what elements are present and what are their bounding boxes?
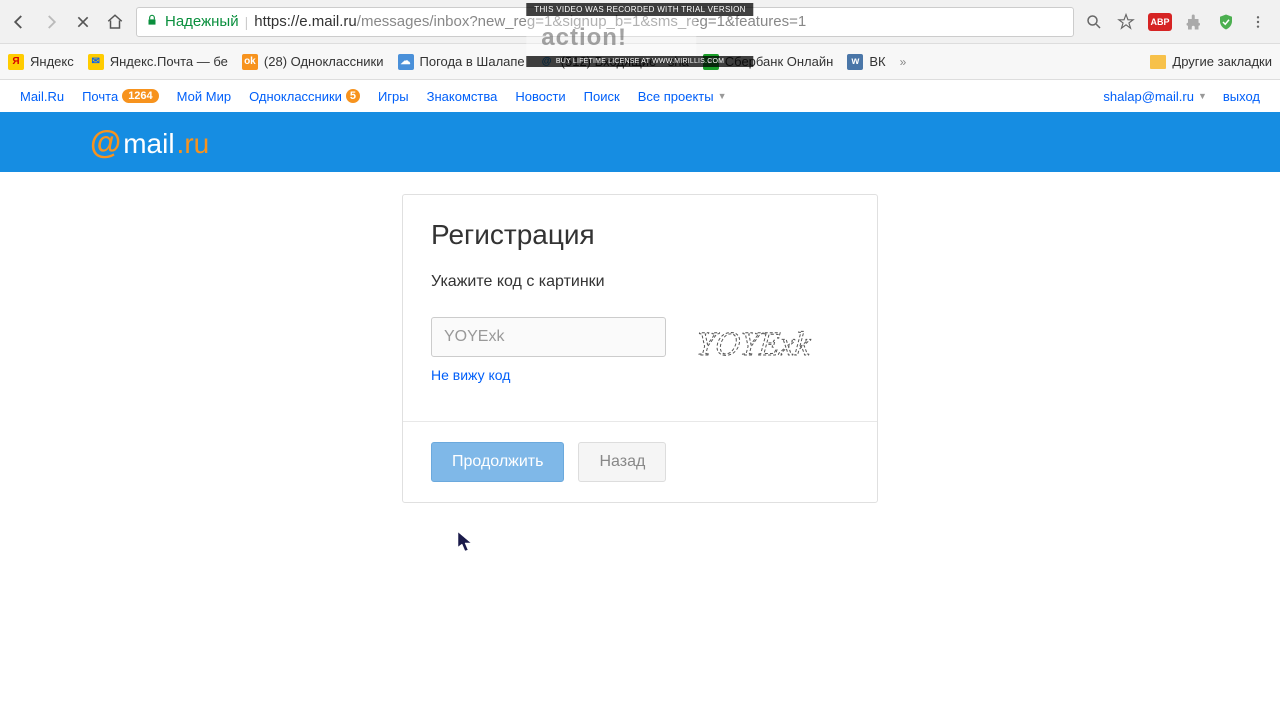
ok-count-badge: 5 bbox=[346, 89, 360, 103]
captcha-input[interactable] bbox=[431, 317, 666, 357]
user-email-label: shalap@mail.ru bbox=[1103, 89, 1194, 104]
user-email[interactable]: shalap@mail.ru ▼ bbox=[1103, 89, 1206, 104]
site-header: @ mail.ru bbox=[0, 112, 1280, 172]
svg-text:action!: action! bbox=[541, 24, 627, 51]
svg-text:YOYExk: YOYExk bbox=[696, 326, 812, 363]
toolbar-icons: ABP bbox=[1084, 12, 1272, 32]
menu-icon[interactable] bbox=[1248, 12, 1268, 32]
portal-link-all[interactable]: Все проекты ▼ bbox=[638, 89, 727, 104]
portal-link-label: Почта bbox=[82, 89, 118, 104]
page-subtitle: Укажите код с картинки bbox=[431, 273, 849, 291]
portal-nav: Mail.Ru Почта 1264 Мой Мир Одноклассники… bbox=[0, 80, 1280, 112]
bookmark-yandex[interactable]: Я Яндекс bbox=[8, 54, 74, 70]
vk-icon: w bbox=[847, 54, 863, 70]
bookmarks-overflow[interactable]: » bbox=[900, 55, 907, 69]
home-button[interactable] bbox=[104, 11, 126, 33]
portal-link-ok[interactable]: Одноклассники 5 bbox=[249, 89, 360, 104]
continue-button[interactable]: Продолжить bbox=[431, 442, 564, 482]
lock-icon bbox=[145, 13, 159, 30]
adblock-icon[interactable]: ABP bbox=[1148, 13, 1172, 31]
logo-at-icon: @ bbox=[90, 124, 121, 161]
portal-link-news[interactable]: Новости bbox=[515, 89, 565, 104]
logo-text-mail: mail bbox=[123, 128, 174, 160]
bookmark-weather[interactable]: ☁ Погода в Шалапе bbox=[398, 54, 525, 70]
portal-link-mail[interactable]: Почта 1264 bbox=[82, 89, 159, 104]
weather-icon: ☁ bbox=[398, 54, 414, 70]
mailru-logo[interactable]: @ mail.ru bbox=[90, 124, 209, 161]
yandex-mail-icon: ✉ bbox=[88, 54, 104, 70]
puzzle-icon[interactable] bbox=[1184, 12, 1204, 32]
bookmark-ok[interactable]: ok (28) Одноклассники bbox=[242, 54, 384, 70]
back-button-form[interactable]: Назад bbox=[578, 442, 666, 482]
back-button[interactable] bbox=[8, 11, 30, 33]
portal-link-search[interactable]: Поиск bbox=[584, 89, 620, 104]
yandex-icon: Я bbox=[8, 54, 24, 70]
star-icon[interactable] bbox=[1116, 12, 1136, 32]
secure-label: Надежный bbox=[165, 13, 239, 30]
watermark-logo: action! bbox=[526, 16, 696, 56]
folder-icon bbox=[1150, 55, 1166, 69]
trial-watermark: THIS VIDEO WAS RECORDED WITH TRIAL VERSI… bbox=[526, 3, 753, 67]
portal-link-dating[interactable]: Знакомства bbox=[427, 89, 498, 104]
bookmark-label: (28) Одноклассники bbox=[264, 54, 384, 69]
logo-text-ru: .ru bbox=[177, 128, 210, 160]
portal-link-mymir[interactable]: Мой Мир bbox=[177, 89, 231, 104]
caret-down-icon: ▼ bbox=[718, 91, 727, 101]
bookmark-label: Другие закладки bbox=[1172, 54, 1272, 69]
mail-count-badge: 1264 bbox=[122, 89, 158, 103]
registration-card: Регистрация Укажите код с картинки Не ви… bbox=[402, 194, 878, 503]
shield-icon[interactable] bbox=[1216, 12, 1236, 32]
mouse-cursor bbox=[458, 532, 474, 555]
bookmark-other[interactable]: Другие закладки bbox=[1150, 54, 1272, 69]
ok-icon: ok bbox=[242, 54, 258, 70]
watermark-bottom: BUY LIFETIME LICENSE AT WWW.MIRILLIS.COM bbox=[526, 56, 753, 67]
bookmark-label: Погода в Шалапе bbox=[420, 54, 525, 69]
bookmark-vk[interactable]: w ВК bbox=[847, 54, 885, 70]
logout-link[interactable]: выход bbox=[1223, 89, 1260, 104]
bookmark-label: Яндекс bbox=[30, 54, 74, 69]
portal-link-label: Все проекты bbox=[638, 89, 714, 104]
portal-link-games[interactable]: Игры bbox=[378, 89, 409, 104]
stop-button[interactable] bbox=[72, 11, 94, 33]
page-title: Регистрация bbox=[431, 219, 849, 251]
portal-link-mailru[interactable]: Mail.Ru bbox=[20, 89, 64, 104]
watermark-top: THIS VIDEO WAS RECORDED WITH TRIAL VERSI… bbox=[526, 3, 753, 16]
zoom-icon[interactable] bbox=[1084, 12, 1104, 32]
cant-see-link[interactable]: Не вижу код bbox=[431, 367, 510, 383]
bookmark-label: Яндекс.Почта — бе bbox=[110, 54, 228, 69]
portal-link-label: Одноклассники bbox=[249, 89, 342, 104]
content-area: Регистрация Укажите код с картинки Не ви… bbox=[0, 172, 1280, 525]
caret-down-icon: ▼ bbox=[1198, 91, 1207, 101]
bookmark-label: ВК bbox=[869, 54, 885, 69]
forward-button[interactable] bbox=[40, 11, 62, 33]
bookmark-yandex-mail[interactable]: ✉ Яндекс.Почта — бе bbox=[88, 54, 228, 70]
captcha-image: YOYExk bbox=[696, 317, 856, 369]
